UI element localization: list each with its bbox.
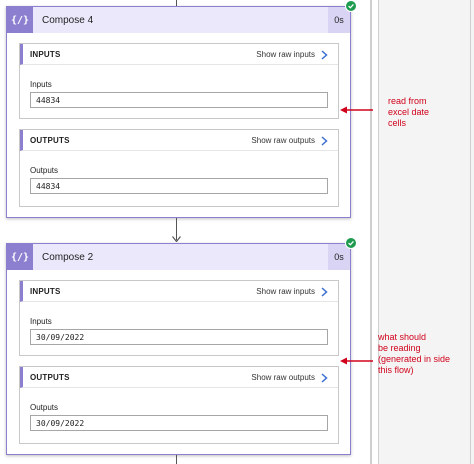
section-label: INPUTS [30, 49, 61, 59]
divider-line [470, 0, 471, 464]
inputs-section: INPUTS Show raw inputs Inputs 44834 [19, 43, 339, 119]
card-header[interactable]: {/} Compose 2 0s [7, 237, 357, 270]
field-label: Outputs [30, 403, 59, 412]
annotation-line: (generated in side [378, 354, 451, 364]
annotation-arrow-icon [340, 357, 373, 365]
arrow-down-icon [172, 236, 181, 242]
outputs-section: OUTPUTS Show raw outputs Outputs 44834 [19, 129, 339, 207]
section-label: OUTPUTS [30, 135, 70, 145]
card-title: Compose 2 [42, 251, 94, 263]
chevron-right-icon [321, 372, 328, 383]
field-label: Outputs [30, 166, 59, 175]
inputs-value[interactable]: 44834 [30, 92, 328, 108]
show-raw-inputs-link[interactable]: Show raw inputs [256, 281, 328, 302]
field-label: Inputs [30, 80, 52, 89]
annotation-line: be reading [378, 343, 421, 353]
inputs-section: INPUTS Show raw inputs Inputs 30/09/2022 [19, 280, 339, 356]
divider-line [370, 0, 372, 464]
section-label: INPUTS [30, 286, 61, 296]
raw-link-label: Show raw outputs [251, 373, 315, 382]
inputs-header[interactable]: INPUTS Show raw inputs [20, 281, 338, 302]
card-header[interactable]: {/} Compose 4 0s [7, 0, 357, 33]
chevron-right-icon [321, 286, 328, 297]
raw-link-label: Show raw inputs [256, 287, 315, 296]
outputs-header[interactable]: OUTPUTS Show raw outputs [20, 367, 338, 388]
outputs-value[interactable]: 44834 [30, 178, 328, 194]
check-circle-icon [345, 237, 357, 249]
compose-icon: {/} [7, 7, 33, 33]
show-raw-outputs-link[interactable]: Show raw outputs [251, 130, 328, 151]
check-circle-icon [345, 0, 357, 12]
outputs-value[interactable]: 30/09/2022 [30, 415, 328, 431]
compose-icon: {/} [7, 244, 33, 270]
field-label: Inputs [30, 317, 52, 326]
outputs-section: OUTPUTS Show raw outputs Outputs 30/09/2… [19, 366, 339, 444]
card-title: Compose 4 [42, 14, 94, 26]
raw-link-label: Show raw outputs [251, 136, 315, 145]
annotation-line: excel date [388, 107, 430, 117]
chevron-right-icon [321, 49, 328, 60]
compose-4-card[interactable]: {/} Compose 4 0s INPUTS Show raw inputs … [6, 0, 357, 218]
outputs-header[interactable]: OUTPUTS Show raw outputs [20, 130, 338, 151]
section-label: OUTPUTS [30, 372, 70, 382]
inputs-header[interactable]: INPUTS Show raw inputs [20, 44, 338, 65]
raw-link-label: Show raw inputs [256, 50, 315, 59]
show-raw-outputs-link[interactable]: Show raw outputs [251, 367, 328, 388]
annotation-line: this flow) [378, 365, 414, 375]
chevron-right-icon [321, 135, 328, 146]
compose-2-card[interactable]: {/} Compose 2 0s INPUTS Show raw inputs … [6, 237, 357, 455]
inputs-value[interactable]: 30/09/2022 [30, 329, 328, 345]
annotation-line: read from [388, 96, 427, 106]
connector-line [176, 455, 177, 464]
show-raw-inputs-link[interactable]: Show raw inputs [256, 44, 328, 65]
annotation-line: cells [388, 118, 407, 128]
annotation-note-1: read from excel date cells [388, 96, 429, 129]
annotation-line: what should [378, 332, 427, 342]
annotation-arrow-icon [340, 106, 373, 114]
annotation-note-2: what should be reading (generated in sid… [378, 332, 450, 376]
right-pane [378, 0, 474, 464]
